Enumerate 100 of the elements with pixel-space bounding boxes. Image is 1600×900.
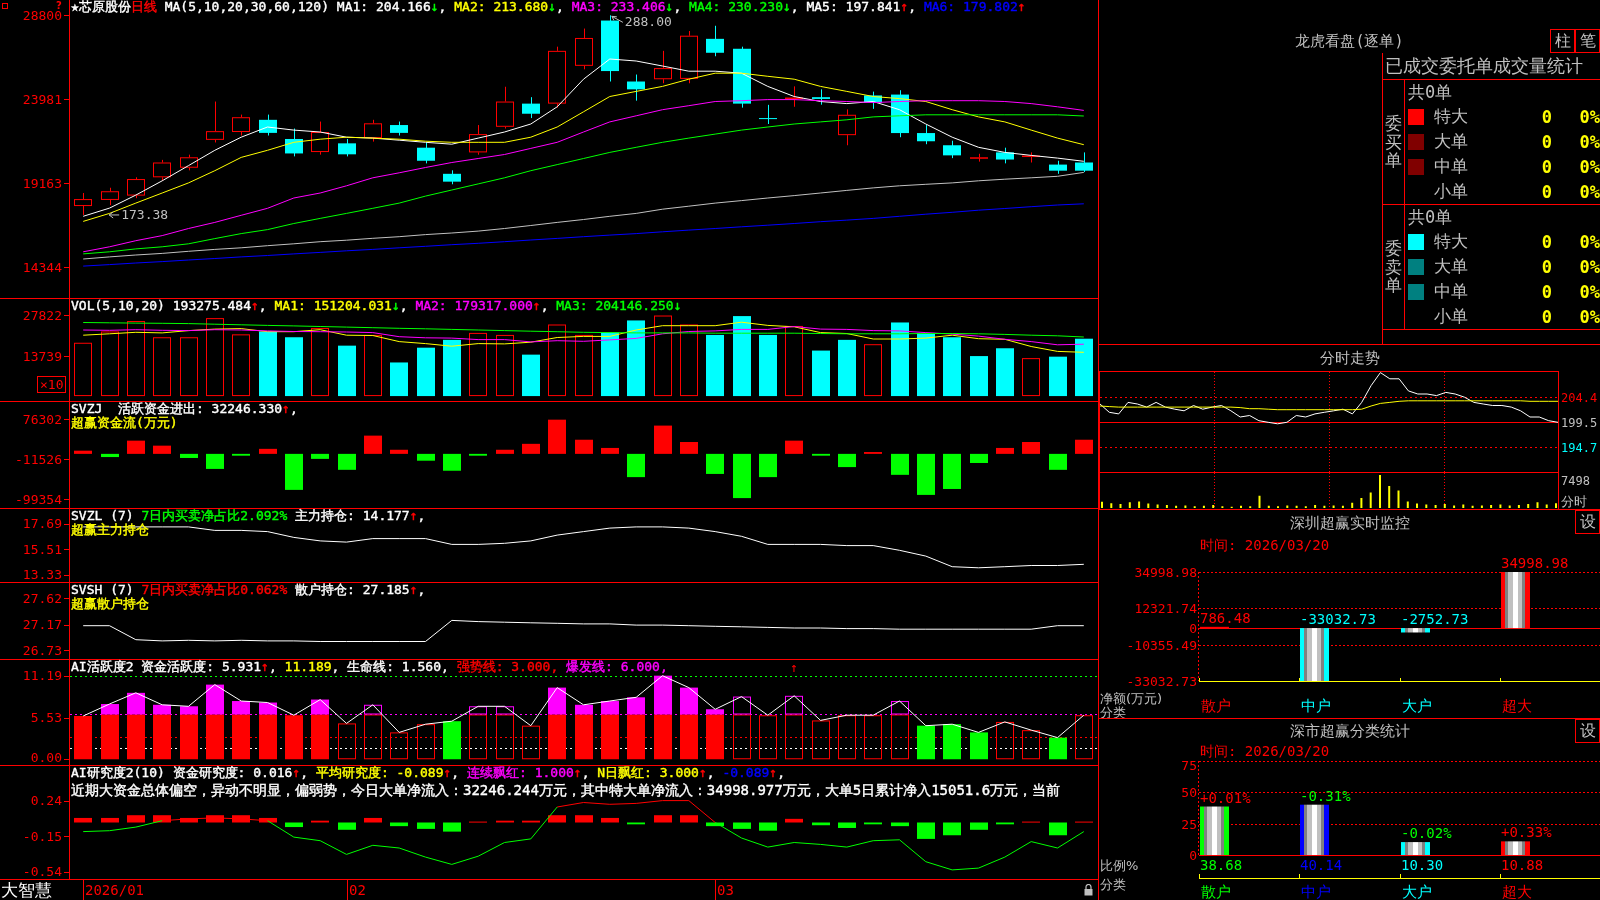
research-bar xyxy=(259,817,277,823)
order-share: 0% xyxy=(1579,131,1600,152)
activity-bar xyxy=(338,723,356,760)
fund-flow-bar xyxy=(311,453,329,459)
analysis-summary-text: 近期大资金总体偏空，异动不明显，偏弱势，今日大单净流入：32246.244万元，其中特大单净流入：34998.977万元，大单5日累计净入15051.6万元，当前 xyxy=(71,781,1061,799)
candle xyxy=(469,124,487,156)
value-label: 10.30 xyxy=(1401,857,1444,873)
order-count: 0 xyxy=(1541,156,1552,177)
research-bar xyxy=(180,817,198,823)
candle xyxy=(311,121,329,156)
candle xyxy=(259,114,277,136)
order-total: 共0单 xyxy=(1408,205,1453,229)
research-bar xyxy=(285,822,303,828)
fund-flow-bar xyxy=(1049,453,1067,470)
research-bar xyxy=(548,815,566,823)
table-title: 已成交委托单成交量统计 xyxy=(1385,54,1583,78)
category-label: 超大 xyxy=(1501,697,1532,715)
value-label: 786.48 xyxy=(1200,609,1251,626)
volume-bar xyxy=(759,334,777,397)
fund-flow-bar xyxy=(338,453,356,470)
research-bar xyxy=(812,822,830,826)
volume-bar xyxy=(469,332,487,397)
axis-title: 分类 xyxy=(1100,877,1126,892)
axis-label: 27822 xyxy=(22,307,62,323)
candle xyxy=(680,30,698,84)
unit-badge: ×10 xyxy=(37,376,67,393)
order-size-label: 特大 xyxy=(1434,230,1469,253)
fund-flow-bar xyxy=(469,453,487,456)
activity-bar xyxy=(285,715,303,760)
candle xyxy=(522,96,540,119)
volume-bar xyxy=(785,325,803,397)
axis-label: 13739 xyxy=(22,348,62,364)
fund-flow-bar xyxy=(496,449,514,454)
research-bar xyxy=(838,822,856,828)
candle xyxy=(917,124,935,145)
volume-bar xyxy=(180,337,198,397)
fund-flow-bar xyxy=(891,453,909,475)
volume-caption: 分时 xyxy=(1561,494,1587,509)
fund-flow-bar xyxy=(522,443,540,454)
view-toggle-button[interactable]: 柱 xyxy=(1550,29,1575,53)
candle xyxy=(864,91,882,110)
fund-flow-bar xyxy=(759,453,777,478)
activity-bar xyxy=(390,732,408,760)
change-label: -0.31% xyxy=(1300,787,1351,804)
activity-bar xyxy=(1022,730,1040,760)
activity-bar xyxy=(654,714,672,760)
candle xyxy=(443,169,461,185)
volume-bar xyxy=(443,339,461,397)
order-size-label: 大单 xyxy=(1434,130,1469,153)
candle xyxy=(180,154,198,171)
order-count: 0 xyxy=(1541,231,1552,252)
axis-label: 50 xyxy=(1181,785,1197,801)
candle xyxy=(812,88,830,106)
order-count: 0 xyxy=(1541,281,1552,302)
axis-label: 194.7 xyxy=(1561,441,1598,456)
settings-button[interactable]: 设 xyxy=(1575,719,1600,743)
axis-label: 34998.98 xyxy=(1134,565,1197,580)
order-size-label: 大单 xyxy=(1434,255,1469,278)
axis-title: 分类 xyxy=(1100,705,1126,718)
candle xyxy=(390,121,408,136)
settings-button[interactable]: 设 xyxy=(1575,510,1600,534)
category-label: 超大 xyxy=(1501,883,1532,900)
activity-bar xyxy=(1075,715,1093,760)
section-title: 分时走势 xyxy=(1319,348,1380,368)
research-bar xyxy=(917,822,935,839)
research-bar xyxy=(627,822,645,825)
activity-bar xyxy=(864,715,882,760)
research-bar xyxy=(390,822,408,827)
axis-label: 27.62 xyxy=(22,590,62,606)
research-bar xyxy=(680,815,698,823)
axis-label: 76302 xyxy=(22,411,62,427)
fund-flow-bar xyxy=(601,447,619,454)
signal-arrow: ↑ xyxy=(790,660,799,675)
fund-flow-bar xyxy=(996,447,1014,454)
pointer-arrow-icon xyxy=(611,15,624,23)
category-label: 散户 xyxy=(1200,883,1231,900)
order-share: 0% xyxy=(1579,106,1600,127)
indicator-caption: 超赢资金流(万元) xyxy=(71,416,178,430)
axis-label: -0.15 xyxy=(22,828,62,844)
research-bar xyxy=(970,822,988,830)
net-flow-bar xyxy=(1200,626,1229,629)
research-bar xyxy=(101,817,119,823)
fund-flow-bar xyxy=(259,448,277,454)
fund-flow-bar xyxy=(153,445,171,454)
axis-title: 比例% xyxy=(1100,858,1139,873)
fund-flow-bar xyxy=(575,439,593,454)
axis-label: 0 xyxy=(1189,848,1197,863)
research-bar xyxy=(864,822,882,825)
order-share: 0% xyxy=(1579,181,1600,202)
pointer-arrow-icon xyxy=(108,211,120,219)
order-total: 共0单 xyxy=(1408,80,1453,104)
activity-bar xyxy=(812,720,830,760)
research-bar xyxy=(601,817,619,823)
volume-bar xyxy=(259,331,277,397)
candle xyxy=(285,128,303,157)
fund-flow-bar xyxy=(812,453,830,456)
view-toggle-button[interactable]: 笔 xyxy=(1575,29,1600,53)
axis-label: -99354 xyxy=(15,491,62,507)
activity-bar xyxy=(917,725,935,760)
value-label: -33032.73 xyxy=(1300,611,1376,628)
